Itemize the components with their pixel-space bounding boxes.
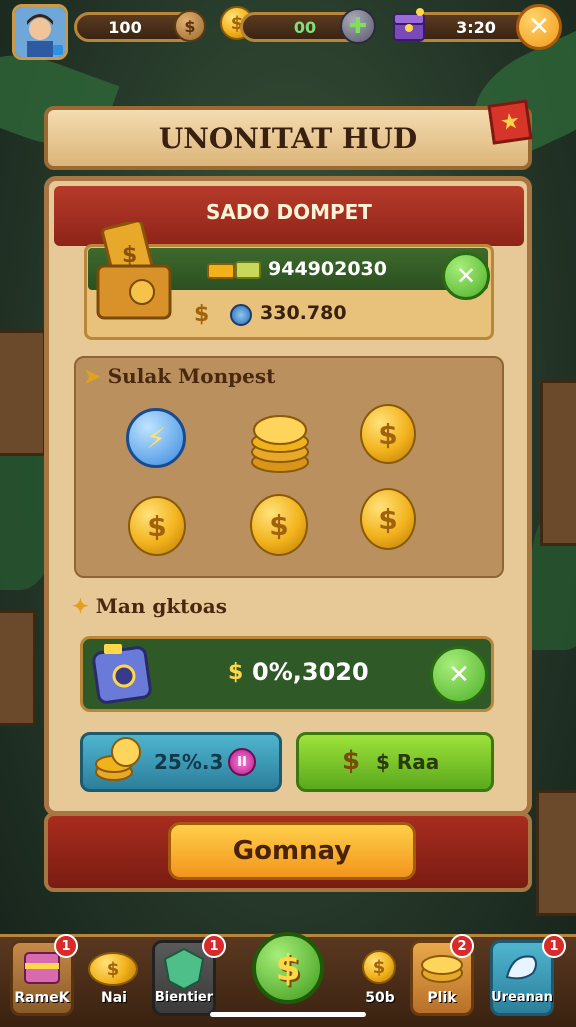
- player-avatar[interactable]: [12, 4, 68, 60]
- nav-center-dollar-button[interactable]: $: [252, 932, 324, 1004]
- svg-text:$: $: [122, 243, 137, 268]
- coin-icon: $: [362, 950, 396, 984]
- avatar-portrait-icon: [15, 7, 65, 57]
- section-2-label-text: Man gktoas: [95, 594, 227, 618]
- coin-stack-icon[interactable]: [248, 406, 312, 474]
- coin-icon[interactable]: $: [250, 494, 308, 556]
- reward-confirm-icon[interactable]: ✕: [430, 646, 488, 704]
- nav-badge-plik: 2: [450, 934, 474, 958]
- nav-badge-bientier: 1: [202, 934, 226, 958]
- coin-icon[interactable]: $: [128, 496, 186, 556]
- close-icon[interactable]: ✕: [516, 4, 562, 50]
- add-plus-icon[interactable]: ✚: [340, 8, 376, 44]
- panel-subtitle: SADO DOMPET: [206, 200, 372, 224]
- treasure-chest-icon: [390, 6, 430, 44]
- background-hut: [0, 330, 46, 456]
- nav-badge-ureanan: 1: [542, 934, 566, 958]
- arrow-icon: ➤: [84, 364, 108, 388]
- nav-label-nai: Nai: [101, 990, 127, 1006]
- section-1-label-text: Sulak Monpest: [107, 364, 276, 388]
- counter-3-value: 3:20: [456, 17, 496, 37]
- coin-icon: $: [88, 952, 138, 986]
- gem-icon: [230, 304, 252, 326]
- wallet-value-1: 944902030: [268, 258, 387, 280]
- nav-label-plik: Plik: [427, 990, 457, 1006]
- section-2-label: ✦ Man gktoas: [72, 594, 227, 618]
- star-flag-icon[interactable]: ★: [487, 99, 533, 145]
- coin-icon[interactable]: $: [360, 488, 416, 550]
- counter-1-value: 100: [108, 17, 142, 37]
- coin-icon[interactable]: $: [360, 404, 416, 464]
- nav-badge-ramek: 1: [54, 934, 78, 958]
- panel-title: UNONITAT HUD: [44, 106, 532, 170]
- nav-label-ramek: RameK: [14, 990, 70, 1006]
- wallet-value-2: 330.780: [260, 302, 347, 324]
- compass-icon[interactable]: ⚡: [126, 408, 186, 468]
- nav-label-ureanan: Ureanan: [491, 990, 553, 1005]
- money-chest-icon: $: [92, 219, 174, 322]
- coin-add-icon[interactable]: $: [174, 10, 206, 42]
- cash-stack-icon: [206, 258, 262, 282]
- dollar-sign-icon: $: [228, 660, 244, 685]
- dollar-sign-icon: $: [342, 746, 361, 776]
- blue-button-label: 25%.3: [154, 750, 224, 774]
- dollar-sign-icon: $: [194, 302, 210, 327]
- background-hut: [0, 610, 36, 726]
- coin-pile-icon: [92, 734, 144, 784]
- background-hut: [536, 790, 576, 916]
- background-hut: [540, 380, 576, 546]
- counter-2-value: 00: [293, 17, 317, 37]
- pink-gem-icon: II: [228, 748, 256, 776]
- arrow-icon: ✦: [72, 594, 96, 618]
- safe-box-icon: [90, 638, 158, 708]
- confirm-button[interactable]: Gomnay: [168, 822, 416, 880]
- wallet-confirm-icon[interactable]: ✕: [442, 252, 490, 300]
- section-1-label: ➤ Sulak Monpest: [84, 364, 275, 388]
- reward-value: 0%,3020: [252, 658, 369, 686]
- home-indicator: [210, 1012, 366, 1017]
- green-button-label: $ Raa: [376, 750, 440, 774]
- nav-label-bientier: Bientier: [154, 990, 214, 1005]
